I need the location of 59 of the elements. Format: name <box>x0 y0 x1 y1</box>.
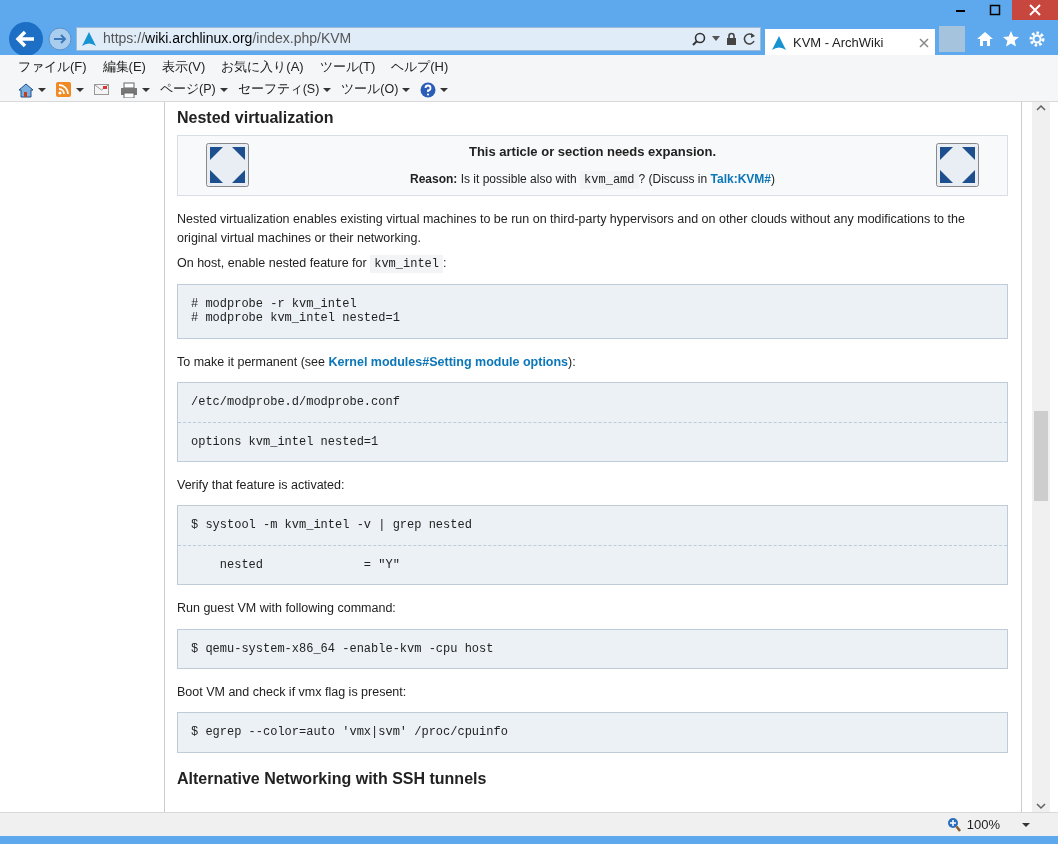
paragraph: Boot VM and check if vmx flag is present: <box>177 683 408 701</box>
mail-icon[interactable] <box>94 81 110 98</box>
caret-icon[interactable] <box>38 87 46 92</box>
caret-icon[interactable] <box>402 87 411 92</box>
forward-icon[interactable] <box>48 26 72 51</box>
menu-item[interactable]: ツール(T) <box>319 56 376 77</box>
command-menu[interactable]: セーフティ(S) <box>237 80 320 99</box>
star-icon[interactable] <box>1002 29 1020 48</box>
paragraph: Verify that feature is activated: <box>177 476 346 494</box>
caret-icon[interactable] <box>76 87 84 92</box>
site-logo-icon <box>81 30 97 47</box>
notice-title: This article or section needs expansion. <box>467 143 718 162</box>
code-text: $ systool -m kvm_intel -v | grep nested <box>190 517 473 535</box>
caret-icon[interactable] <box>323 87 332 92</box>
scrollbar-thumb[interactable] <box>1034 411 1048 501</box>
command-menu[interactable]: ページ(P) <box>160 80 216 99</box>
notice-reason: Reason: Is it possible also with kvm_amd ? (Discuss in Talk:KVM#) <box>409 169 776 189</box>
caret-icon[interactable] <box>219 87 228 92</box>
paragraph: Run guest VM with following command: <box>177 600 397 618</box>
lock-icon <box>726 32 737 45</box>
home-icon[interactable] <box>18 81 34 98</box>
expand-arrows-icon <box>206 143 249 188</box>
paragraph: Nested virtualization enables existing virtual machines to be run on third-party hypervisors and on other clouds without any modifications to the original virtual machines or their networking. <box>177 210 966 248</box>
code-text: # modprobe -r kvm_intel # modprobe kvm_intel nested=1 <box>190 296 401 328</box>
help-icon[interactable] <box>420 81 437 98</box>
menu-item[interactable]: お気に入り(A) <box>221 56 304 77</box>
caret-icon[interactable] <box>712 36 720 41</box>
code-text: options kvm_intel nested=1 <box>178 421 1007 461</box>
scroll-down-icon[interactable] <box>1034 800 1048 812</box>
section-heading: Alternative Networking with SSH tunnels <box>177 768 488 788</box>
paragraph: On host, enable nested feature for kvm_intel : <box>177 254 448 275</box>
zoom-level[interactable]: 100% <box>966 814 1000 835</box>
menu-item[interactable]: ヘルプ(H) <box>391 56 449 77</box>
code-text: nested = "Y" <box>178 544 1007 585</box>
wiki-link[interactable]: Kernel modules#Setting module options <box>328 354 569 369</box>
zoom-icon[interactable] <box>946 817 961 832</box>
url-text: https://wiki.archlinux.org/index.php/KVM <box>103 29 352 48</box>
printer-icon[interactable] <box>120 81 138 98</box>
search-icon[interactable] <box>692 31 706 46</box>
code-text: /etc/modprobe.d/modprobe.conf <box>190 394 401 412</box>
caret-icon[interactable] <box>1022 822 1030 827</box>
close-icon[interactable] <box>919 38 929 48</box>
command-menu[interactable]: ツール(O) <box>341 80 399 99</box>
wiki-link[interactable]: Talk:KVM# <box>710 171 771 186</box>
expand-arrows-icon <box>936 143 979 188</box>
paragraph: To make it permanent (see Kernel modules#Setting module options): <box>177 353 577 371</box>
menu-item[interactable]: 編集(E) <box>102 56 146 77</box>
refresh-icon[interactable] <box>743 32 756 45</box>
code-text: $ egrep --color=auto 'vmx|svm' /proc/cpuinfo <box>190 724 509 742</box>
back-icon[interactable] <box>8 20 44 57</box>
site-logo-icon <box>771 35 787 51</box>
code-text: $ qemu-system-x86_64 -enable-kvm -cpu host <box>190 640 495 658</box>
caret-icon[interactable] <box>142 87 150 92</box>
section-heading: Nested virtualization <box>177 108 335 128</box>
menu-item[interactable]: 表示(V) <box>161 56 206 77</box>
address-field[interactable]: https://wiki.archlinux.org/index.php/KVM <box>76 26 761 51</box>
caret-icon[interactable] <box>440 87 449 92</box>
browser-tab[interactable]: KVM - ArchWiki <box>765 29 935 57</box>
menu-item[interactable]: ファイル(F) <box>18 56 87 77</box>
